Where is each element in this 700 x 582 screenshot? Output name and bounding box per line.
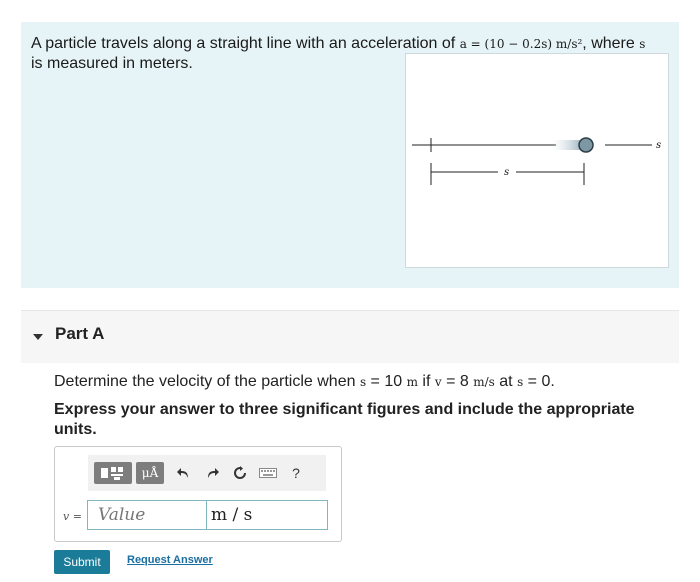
request-answer-link[interactable]: Request Answer bbox=[127, 554, 213, 566]
problem-text-middle: , where bbox=[582, 35, 640, 52]
keyboard-icon bbox=[259, 468, 277, 478]
problem-text-after: is measured in meters. bbox=[31, 55, 193, 72]
units-button[interactable]: μÅ bbox=[136, 462, 164, 484]
question-var-v: v bbox=[434, 375, 442, 389]
question-unit-ms: m/s bbox=[473, 375, 495, 389]
redo-button[interactable] bbox=[202, 462, 222, 484]
particle-diagram: s s bbox=[412, 137, 661, 185]
collapse-caret-icon[interactable] bbox=[33, 334, 43, 340]
question-eq2: = 8 bbox=[441, 373, 474, 390]
problem-statement: A particle travels along a straight line… bbox=[21, 22, 679, 288]
value-input[interactable] bbox=[87, 500, 215, 530]
acceleration-expression: a = (10 − 0.2s) m/s² bbox=[459, 37, 583, 51]
units-input[interactable]: m / s bbox=[206, 500, 328, 530]
variable-label: v = bbox=[63, 510, 82, 523]
answer-instruction: Express your answer to three significant… bbox=[54, 401, 635, 438]
question-text: Determine the velocity of the particle w… bbox=[54, 372, 674, 392]
answer-box: μÅ ? v = m / s bbox=[54, 446, 342, 542]
s-dimension-label: s bbox=[504, 167, 509, 178]
undo-icon bbox=[177, 468, 188, 478]
redo-icon bbox=[208, 468, 219, 478]
keyboard-button[interactable] bbox=[258, 462, 278, 484]
templates-button[interactable] bbox=[94, 462, 132, 484]
question-if: if bbox=[417, 373, 435, 390]
question-prefix: Determine the velocity of the particle w… bbox=[54, 373, 360, 390]
help-button[interactable]: ? bbox=[286, 462, 306, 484]
submit-button[interactable]: Submit bbox=[54, 550, 110, 574]
problem-figure: s s bbox=[405, 53, 669, 268]
question-unit-m: m bbox=[406, 375, 418, 389]
question-at: at bbox=[494, 373, 518, 390]
reset-button[interactable] bbox=[230, 462, 250, 484]
problem-text-before: A particle travels along a straight line… bbox=[31, 35, 460, 52]
variable-s: s bbox=[639, 37, 646, 51]
undo-button[interactable] bbox=[174, 462, 194, 484]
motion-blur bbox=[551, 140, 583, 150]
math-toolbar: μÅ ? bbox=[88, 455, 326, 491]
question-eq1: = 10 bbox=[366, 373, 407, 390]
part-a-header[interactable]: Part A bbox=[21, 310, 679, 363]
question-eq3: = 0. bbox=[523, 373, 555, 390]
s-axis-label: s bbox=[656, 140, 661, 151]
part-a-title: Part A bbox=[55, 324, 105, 343]
templates-icon bbox=[101, 467, 123, 480]
particle bbox=[578, 137, 594, 153]
reset-icon bbox=[234, 466, 246, 479]
